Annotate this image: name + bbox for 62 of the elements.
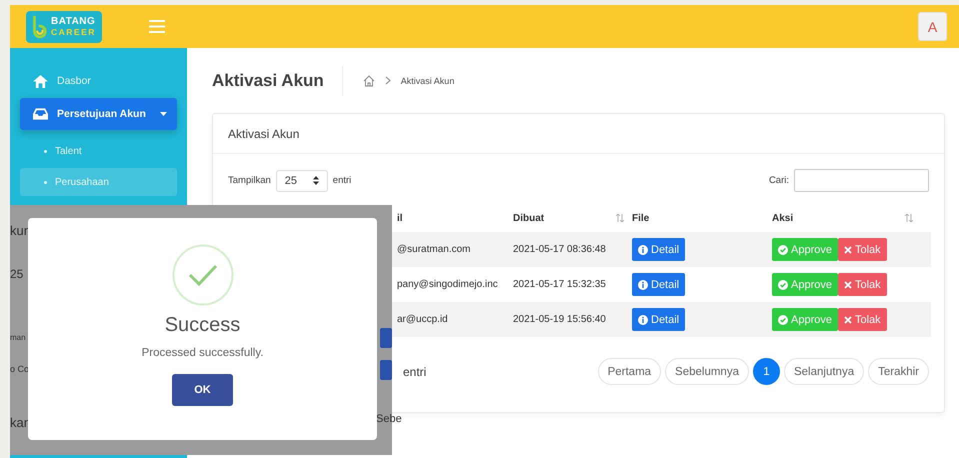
column-header[interactable]: File <box>632 212 650 224</box>
avatar-button[interactable]: A <box>918 12 947 41</box>
home-icon[interactable] <box>362 74 375 86</box>
column-header[interactable]: Dibuat <box>513 212 544 224</box>
check-circle-icon <box>778 280 788 290</box>
detail-button[interactable]: Detail <box>632 308 686 331</box>
column-header[interactable]: Aksi <box>772 212 794 224</box>
search-field[interactable] <box>794 169 929 192</box>
sidebar-item[interactable]: Persetujuan Akun <box>20 98 177 130</box>
pagination-button[interactable]: Selanjutnya <box>784 358 864 385</box>
reject-button[interactable]: Tolak <box>838 238 887 261</box>
length-suffix: entri <box>332 175 352 186</box>
search-label: Cari: <box>768 175 789 186</box>
close-icon <box>844 316 852 324</box>
table-cell: 2021-05-17 08:36:48 <box>513 244 606 255</box>
pagination-button[interactable]: Pertama <box>598 358 662 385</box>
dialog-message: Processed successfully. <box>142 347 264 359</box>
check-circle-icon <box>778 314 788 324</box>
close-icon <box>844 246 852 254</box>
table-cell: 2021-05-19 15:56:40 <box>513 314 606 325</box>
detail-button[interactable]: Detail <box>632 273 686 296</box>
cropped-text: man <box>10 333 26 342</box>
inbox-icon <box>33 108 48 120</box>
info-icon <box>638 280 648 290</box>
info-icon <box>638 314 648 324</box>
logo[interactable]: BATANG CAREER <box>26 10 102 42</box>
dialog-title: Success <box>164 314 240 337</box>
caret-icon <box>160 112 167 116</box>
cropped-text: 25 <box>10 267 24 281</box>
pagination-button[interactable]: Sebelumnya <box>665 358 749 385</box>
table-cell: 2021-05-17 15:32:35 <box>513 279 606 290</box>
table-cell: @suratman.com <box>397 244 471 255</box>
home-icon <box>33 74 48 88</box>
info-icon <box>638 244 648 254</box>
sort-icon[interactable] <box>616 214 624 222</box>
spinner-icon <box>312 176 319 185</box>
bullet-icon <box>44 180 47 184</box>
chevron-icon <box>384 76 391 85</box>
pagination-button[interactable]: Terakhir <box>868 358 929 385</box>
logo-text: BATANG <box>51 16 96 27</box>
table-cell: ar@uccp.id <box>397 314 448 325</box>
pagination-button[interactable]: 1 <box>752 358 780 385</box>
breadcrumb-item[interactable]: Aktivasi Akun <box>400 76 454 86</box>
length-label: Tampilkan <box>228 175 271 186</box>
table-cell: pany@singodimejo.inc <box>397 279 498 290</box>
check-circle-icon <box>778 244 788 254</box>
column-header[interactable]: il <box>397 212 403 224</box>
page-title: Aktivasi Akun <box>212 66 343 96</box>
success-check-icon <box>172 244 234 306</box>
bullet-icon <box>44 150 47 152</box>
logo-icon <box>30 14 48 38</box>
page-length-select[interactable]: 25 <box>276 170 328 192</box>
logo-subtext: CAREER <box>51 28 96 36</box>
close-icon <box>844 280 852 288</box>
detail-button[interactable]: Detail <box>632 238 686 261</box>
card-title: Aktivasi Akun <box>228 126 300 140</box>
reject-button[interactable]: Tolak <box>838 308 887 331</box>
entries-info: entri <box>403 364 426 378</box>
ok-button[interactable]: OK <box>172 374 233 406</box>
reject-button[interactable]: Tolak <box>838 273 887 296</box>
menu-icon[interactable] <box>148 20 165 33</box>
sort-icon[interactable] <box>905 214 913 222</box>
